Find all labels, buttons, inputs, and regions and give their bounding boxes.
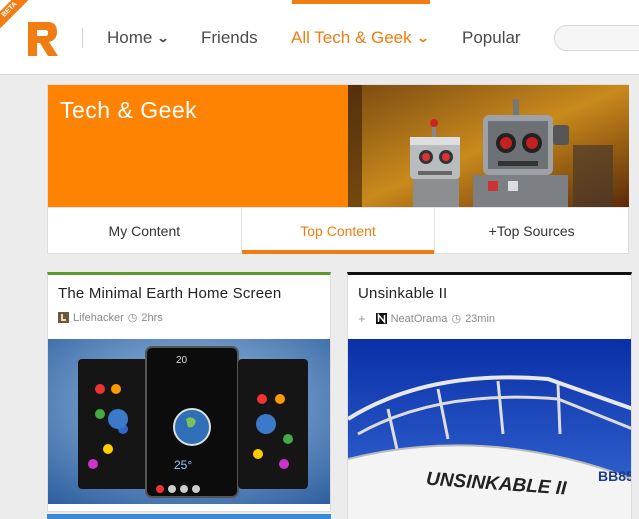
article-card[interactable]: The Minimal Earth Home Screen Lifehacker… bbox=[47, 272, 331, 512]
divider bbox=[82, 28, 83, 48]
nav-home-label: Home bbox=[107, 27, 153, 47]
content-tabs: My Content Top Content +Top Sources bbox=[48, 207, 628, 254]
boat-registration-text: BB85 bbox=[598, 468, 632, 484]
nav-popular[interactable]: Popular bbox=[462, 0, 521, 75]
tab-top-sources[interactable]: +Top Sources bbox=[435, 208, 628, 254]
article-source[interactable]: Lifehacker bbox=[73, 312, 124, 324]
search-input[interactable] bbox=[554, 25, 639, 51]
lifehacker-source-icon bbox=[58, 312, 69, 323]
article-card[interactable]: Unsinkable II + NeatOrama ◷ 23min UNSINK… bbox=[347, 272, 632, 519]
tab-my-content[interactable]: My Content bbox=[48, 208, 242, 254]
chevron-down-icon: ⌄ bbox=[416, 30, 430, 45]
article-age: 2hrs bbox=[141, 311, 163, 324]
neatorama-source-icon bbox=[375, 313, 387, 324]
article-source[interactable]: NeatOrama bbox=[391, 313, 448, 325]
article-image[interactable]: UNSINKABLE II BB85 bbox=[348, 339, 632, 519]
clock-icon: ◷ bbox=[127, 312, 138, 324]
add-icon[interactable]: + bbox=[358, 311, 366, 326]
next-article-card[interactable] bbox=[47, 514, 331, 519]
nav-home[interactable]: Home ⌄ bbox=[107, 0, 170, 75]
article-age: 23min bbox=[465, 312, 496, 325]
article-title[interactable]: The Minimal Earth Home Screen bbox=[58, 285, 281, 302]
category-banner-image bbox=[348, 85, 629, 207]
nav-friends-label: Friends bbox=[201, 27, 258, 47]
nav-all-tech-label: All Tech & Geek bbox=[291, 27, 412, 47]
nav-popular-label: Popular bbox=[462, 27, 521, 47]
app-logo-icon[interactable] bbox=[24, 18, 60, 58]
category-banner: Tech & Geek bbox=[48, 85, 348, 207]
chevron-down-icon: ⌄ bbox=[156, 30, 170, 45]
article-image[interactable]: 20 25° bbox=[48, 339, 331, 504]
nav-friends[interactable]: Friends bbox=[201, 0, 258, 75]
clock-icon: ◷ bbox=[451, 313, 462, 325]
category-title: Tech & Geek bbox=[60, 97, 198, 123]
article-title[interactable]: Unsinkable II bbox=[358, 285, 447, 302]
top-navigation-bar: BETA Home ⌄ Friends All Tech & Geek ⌄ Po… bbox=[0, 0, 639, 75]
tab-top-content[interactable]: Top Content bbox=[241, 208, 436, 254]
article-meta: + NeatOrama ◷ 23min bbox=[358, 311, 495, 326]
robots-image bbox=[348, 85, 629, 207]
article-meta: Lifehacker ◷ 2hrs bbox=[58, 311, 163, 324]
svg-text:25°: 25° bbox=[174, 458, 192, 472]
svg-text:20: 20 bbox=[176, 355, 188, 366]
nav-all-tech-geek[interactable]: All Tech & Geek ⌄ bbox=[291, 0, 430, 75]
category-header-card: Tech & Geek My Content Top Content +Top … bbox=[47, 84, 629, 254]
